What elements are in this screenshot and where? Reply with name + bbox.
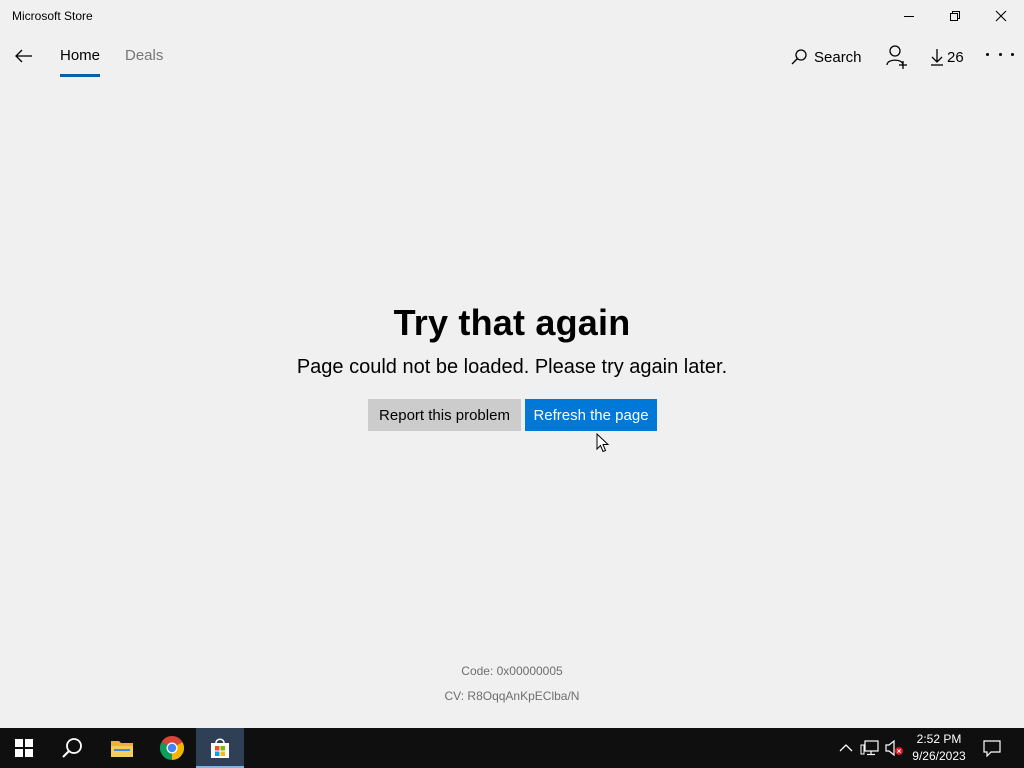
back-button[interactable] [8, 40, 40, 72]
mouse-cursor-icon [596, 433, 610, 453]
show-hidden-icons-button[interactable] [836, 738, 856, 758]
clock-time: 2:52 PM [916, 732, 962, 746]
search-icon [62, 738, 82, 758]
downloads-count: 26 [947, 48, 964, 66]
search-label: Search [814, 48, 862, 66]
tab-home[interactable]: Home [60, 47, 101, 77]
app-title: Microsoft Store [12, 9, 93, 23]
file-explorer-button[interactable] [98, 728, 146, 768]
search-icon [791, 49, 807, 65]
more-dot-icon [998, 52, 1002, 56]
action-center-button[interactable] [980, 728, 1004, 768]
chrome-button[interactable] [148, 728, 196, 768]
restore-button[interactable] [932, 0, 978, 32]
chevron-up-icon [839, 744, 853, 752]
file-explorer-icon [111, 741, 133, 757]
report-problem-button[interactable]: Report this problem [368, 399, 521, 431]
more-options-button[interactable] [986, 46, 1014, 62]
refresh-page-button[interactable]: Refresh the page [525, 399, 657, 431]
error-code: Code: 0x00000005 [461, 664, 563, 678]
notification-icon [983, 740, 1001, 757]
downloads-button[interactable]: 26 [930, 45, 964, 69]
volume-tray-button[interactable] [884, 738, 904, 758]
error-message: Page could not be loaded. Please try aga… [296, 356, 728, 378]
correlation-vector: CV: R8OqqAnKpEClba/N [444, 689, 580, 703]
nav-bar: Home Deals Search 26 [0, 32, 1024, 80]
chrome-icon [160, 736, 184, 760]
minimize-button[interactable] [886, 0, 932, 32]
store-icon [211, 738, 229, 758]
title-bar: Microsoft Store [0, 0, 1024, 32]
taskbar-clock[interactable]: 2:52 PM 9/26/2023 [906, 731, 972, 765]
tab-home-label: Home [60, 47, 101, 64]
active-tab-indicator [60, 74, 101, 77]
restore-icon [950, 11, 960, 21]
more-dot-icon [1011, 52, 1014, 56]
volume-muted-icon [885, 739, 903, 757]
clock-date: 9/26/2023 [912, 749, 966, 763]
minimize-icon [904, 16, 914, 17]
taskbar-search-button[interactable] [48, 728, 96, 768]
tab-deals[interactable]: Deals [125, 47, 163, 77]
tab-deals-label: Deals [125, 47, 164, 64]
taskbar: 2:52 PM 9/26/2023 [0, 728, 1024, 768]
network-tray-button[interactable] [860, 738, 880, 758]
close-icon [995, 10, 1007, 22]
start-icon [15, 739, 33, 757]
download-icon [931, 49, 943, 66]
network-icon [860, 740, 879, 756]
account-button[interactable] [884, 44, 910, 70]
add-account-icon [886, 45, 907, 69]
more-dot-icon [986, 52, 989, 56]
close-button[interactable] [978, 0, 1024, 32]
error-title: Try that again [393, 302, 631, 343]
store-taskbar-button[interactable] [196, 728, 244, 768]
back-arrow-icon [15, 49, 32, 63]
start-button[interactable] [0, 728, 48, 768]
search-button[interactable]: Search [790, 45, 862, 69]
